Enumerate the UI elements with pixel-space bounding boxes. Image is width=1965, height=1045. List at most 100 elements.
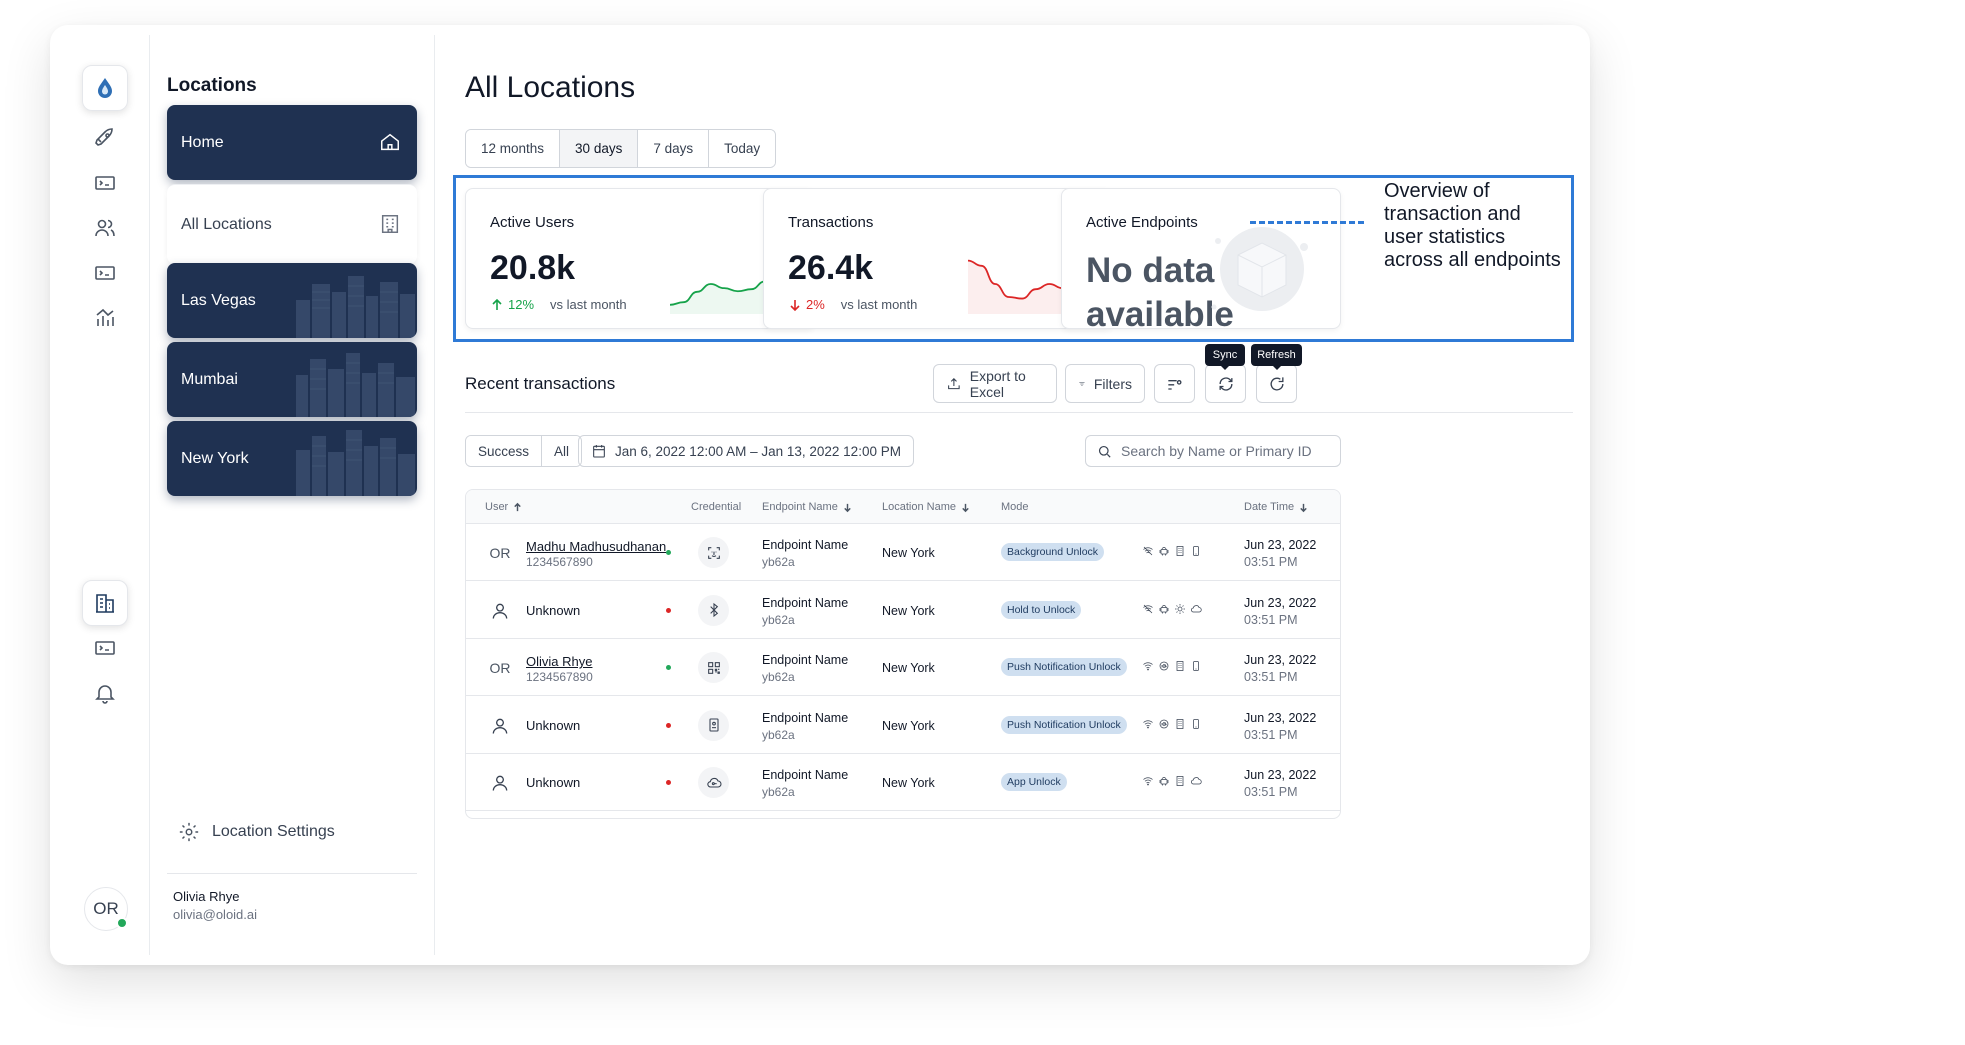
date-range-picker[interactable]: Jan 6, 2022 12:00 AM – Jan 13, 2022 12:0…: [578, 435, 914, 467]
face-id-icon: [707, 546, 720, 559]
table-row[interactable]: Unknown Endpoint Name yb62a New York Push No…: [466, 697, 1340, 754]
column-header-datetime[interactable]: Date Time: [1244, 501, 1309, 513]
bluetooth-icon: [709, 602, 718, 618]
user-name-link[interactable]: Olivia Rhye: [526, 654, 592, 669]
location-name: New York: [882, 776, 935, 790]
transaction-time: 03:51 PM: [1244, 670, 1298, 684]
rail-readers-3[interactable]: [82, 625, 128, 671]
card-reader-icon: [95, 176, 115, 190]
app-window: OR Locations Home All Locations Las Vega…: [50, 25, 1590, 965]
user-avatar: OR: [485, 538, 515, 568]
rail-users[interactable]: [82, 205, 128, 251]
building-icon: [1176, 546, 1184, 556]
tab-12-months[interactable]: 12 months: [466, 130, 561, 167]
column-label: Endpoint Name: [762, 501, 838, 513]
person-icon: [492, 775, 508, 791]
credential-badge: [698, 594, 729, 626]
transaction-time: 03:51 PM: [1244, 727, 1298, 742]
filters-button[interactable]: Filters: [1065, 364, 1145, 403]
tab-7-days[interactable]: 7 days: [638, 130, 710, 167]
location-name: New York: [882, 546, 935, 560]
endpoint-id: yb62a: [762, 612, 795, 627]
user-avatar: OR: [485, 653, 515, 683]
endpoint-id: yb62a: [762, 785, 795, 799]
endpoint-id: yb62a: [762, 727, 795, 742]
endpoint-name: Endpoint Name: [762, 768, 849, 782]
user-id: 1234567890: [526, 670, 593, 684]
card-reader-icon: [95, 641, 115, 655]
building-icon: [1176, 661, 1184, 671]
export-to-excel-button[interactable]: Export to Excel: [933, 364, 1057, 403]
table-row[interactable]: OR Olivia Rhye 1234567890 Endpoint Name yb62…: [466, 639, 1340, 696]
locations-panel: Locations Home All Locations Las Vegas M…: [150, 35, 435, 955]
wifi-off-icon: [1143, 546, 1153, 556]
stat-delta-label: vs last month: [550, 297, 627, 312]
status-dot: [666, 550, 671, 555]
transaction-date: Jun 23, 2022: [1244, 768, 1317, 782]
search-input[interactable]: [1121, 443, 1330, 459]
divider: [465, 412, 1573, 413]
status-dot: [666, 607, 671, 613]
phone-icon: [1193, 546, 1199, 556]
location-card-label: New York: [181, 449, 249, 467]
column-settings-button[interactable]: [1154, 364, 1195, 403]
capability-icons: [1142, 775, 1202, 787]
capability-icons: [1142, 603, 1202, 615]
status-dot: [666, 665, 671, 670]
location-settings-button[interactable]: Location Settings: [178, 821, 335, 843]
location-card-home[interactable]: Home: [167, 105, 417, 180]
user-name-link[interactable]: Madhu Madhusudhanan: [526, 539, 666, 554]
rail-analytics[interactable]: [82, 295, 128, 341]
android-icon: [1159, 604, 1169, 613]
location-card-mumbai[interactable]: Mumbai: [167, 342, 417, 417]
column-header-mode: Mode: [1001, 501, 1029, 513]
cloud-icon: [1191, 777, 1202, 785]
rail-notifications[interactable]: [82, 670, 128, 716]
user-avatar[interactable]: OR: [84, 887, 128, 931]
table-header: User Credential Endpoint Name Location N…: [466, 490, 1340, 524]
app-logo[interactable]: [82, 65, 128, 111]
user-avatar: [485, 596, 515, 626]
search-icon: [1098, 445, 1111, 458]
location-card-label: Las Vegas: [181, 291, 256, 309]
rocket-icon: [95, 128, 113, 146]
tab-30-days[interactable]: 30 days: [560, 130, 639, 167]
app-content: OR Locations Home All Locations Las Vega…: [60, 35, 1580, 955]
location-card-las-vegas[interactable]: Las Vegas: [167, 263, 417, 338]
ios-icon: [1159, 661, 1169, 671]
gear-icon: [179, 822, 199, 842]
table-row[interactable]: Unknown Endpoint Name yb62a New York Hold to…: [466, 582, 1340, 639]
rail-locations[interactable]: [82, 580, 128, 626]
table-row[interactable]: Unknown Endpoint Name yb62a New York App Unl…: [466, 754, 1340, 811]
annotation-connector: [1250, 221, 1364, 224]
analytics-icon: [96, 308, 114, 326]
location-card-all-locations[interactable]: All Locations: [167, 184, 417, 264]
rail-readers-2[interactable]: [82, 250, 128, 296]
user-id: 1234567890: [526, 555, 593, 569]
upload-icon: [948, 377, 960, 389]
column-label: Location Name: [882, 501, 956, 513]
capability-icons: [1142, 660, 1202, 672]
column-header-user[interactable]: User: [485, 501, 523, 513]
tab-success[interactable]: Success: [466, 436, 543, 466]
sliders-icon: [1167, 379, 1181, 390]
rail-readers[interactable]: [82, 160, 128, 206]
stat-card-active-endpoints: Active Endpoints No data available: [1061, 188, 1341, 334]
stat-delta-label: vs last month: [840, 297, 918, 312]
tab-all[interactable]: All: [542, 436, 582, 466]
location-card-label: All Locations: [181, 215, 272, 233]
search-box[interactable]: [1085, 435, 1341, 467]
arrow-up-icon: [492, 298, 502, 310]
table-row[interactable]: OR Madhu Madhusudhanan 1234567890 Endpoint …: [466, 524, 1340, 581]
current-user-email: olivia@oloid.ai: [173, 907, 258, 922]
rail-launch[interactable]: [82, 115, 128, 161]
column-header-endpoint[interactable]: Endpoint Name: [762, 501, 853, 513]
avatar-initials: OR: [489, 545, 511, 561]
qr-code-icon: [707, 661, 720, 674]
tab-today[interactable]: Today: [709, 130, 776, 167]
location-card-new-york[interactable]: New York: [167, 421, 417, 496]
online-status-dot: [116, 917, 128, 929]
column-header-location[interactable]: Location Name: [882, 501, 971, 513]
stage: OR Locations Home All Locations Las Vega…: [0, 0, 1965, 1045]
page-title: All Locations: [465, 71, 636, 104]
